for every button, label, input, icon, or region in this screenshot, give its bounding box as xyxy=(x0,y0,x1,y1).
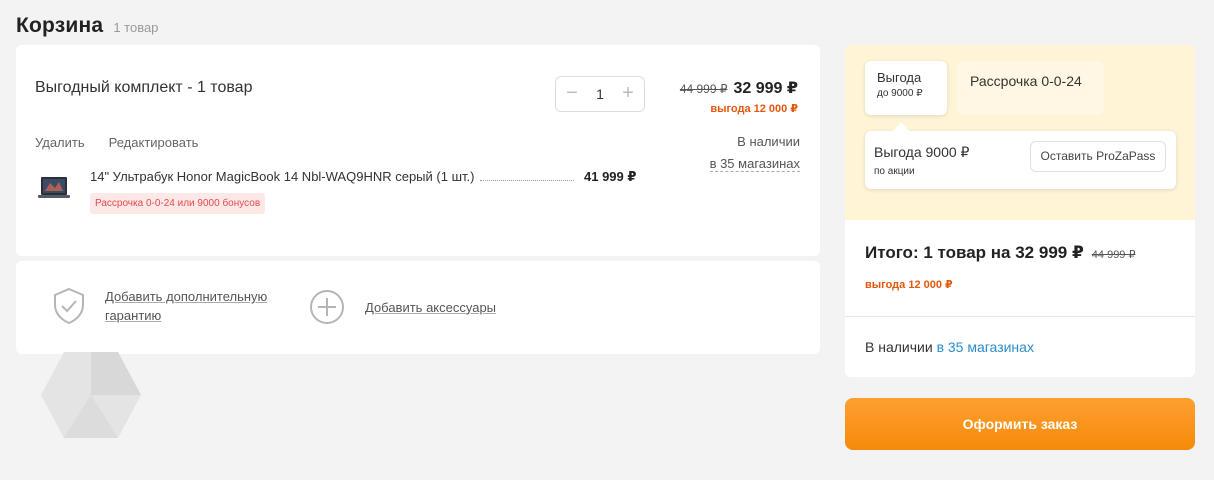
page-header: Корзина 1 товар xyxy=(16,14,158,38)
hexagon-decoration xyxy=(41,352,141,438)
total-saving: выгода 12 000 ₽ xyxy=(865,279,953,291)
checkout-button[interactable]: Оформить заказ xyxy=(845,398,1195,450)
bundle-title: Выгодный комплект - 1 товар xyxy=(35,79,253,96)
quantity-stepper[interactable]: − 1 + xyxy=(555,76,645,112)
promo-title: Выгода 9000 ₽ xyxy=(874,144,970,160)
quantity-value[interactable]: 1 xyxy=(596,86,604,102)
total-old-price: 44 999 ₽ xyxy=(1091,249,1136,261)
delete-link[interactable]: Удалить xyxy=(35,135,85,150)
bundle-price: 44 999 ₽ 32 999 ₽ выгода 12 000 ₽ xyxy=(680,78,798,115)
promo-box: Выгода 9000 ₽ по акции Оставить ProZaPas… xyxy=(865,122,1176,189)
stock-info: В наличии в 35 магазинах xyxy=(709,131,800,175)
product-price: 41 999 ₽ xyxy=(584,169,637,184)
prozapass-button[interactable]: Оставить ProZaPass xyxy=(1030,141,1166,172)
old-price: 44 999 ₽ xyxy=(679,82,728,96)
add-accessories-label[interactable]: Добавить аксессуары xyxy=(365,298,496,317)
summary-stock: В наличии в 35 магазинах xyxy=(845,317,1195,377)
edit-link[interactable]: Редактировать xyxy=(109,135,199,150)
laptop-thumbnail[interactable] xyxy=(36,174,72,202)
new-price: 32 999 ₽ xyxy=(733,80,798,97)
stores-link[interactable]: в 35 магазинах xyxy=(709,156,800,172)
add-warranty[interactable]: Добавить дополнительную гарантию xyxy=(51,287,275,325)
plus-circle-icon xyxy=(310,290,344,324)
product-row: 14" Ультрабук Honor MagicBook 14 Nbl-WAQ… xyxy=(90,169,580,184)
promo-subtitle: по акции xyxy=(874,166,915,177)
shield-icon xyxy=(54,287,84,325)
stores-link-summary[interactable]: в 35 магазинах xyxy=(937,339,1034,355)
minus-icon[interactable]: − xyxy=(564,83,580,103)
saving-label: выгода 12 000 ₽ xyxy=(710,103,798,115)
item-actions: Удалить Редактировать xyxy=(35,135,198,150)
installment-badge: Рассрочка 0-0-24 или 9000 бонусов xyxy=(90,193,266,214)
addons-card: Добавить дополнительную гарантию Добавит… xyxy=(16,261,820,354)
stock-status: В наличии xyxy=(737,134,800,149)
promo-pointer xyxy=(892,122,910,140)
leader-dots xyxy=(480,180,574,181)
page-title: Корзина xyxy=(16,14,104,37)
cart-card: Выгодный комплект - 1 товар − 1 + 44 999… xyxy=(16,45,820,256)
order-total: Итого: 1 товар на 32 999 ₽ 44 999 ₽ выго… xyxy=(845,220,1195,317)
item-count: 1 товар xyxy=(113,20,159,35)
add-warranty-label[interactable]: Добавить дополнительную гарантию xyxy=(105,287,275,325)
tab-benefit[interactable]: Выгода до 9000 ₽ xyxy=(865,61,947,115)
tab-benefit-subtitle: до 9000 ₽ xyxy=(877,88,923,99)
tab-benefit-title: Выгода xyxy=(877,70,922,85)
plus-icon[interactable]: + xyxy=(620,83,636,103)
product-name[interactable]: 14" Ультрабук Honor MagicBook 14 Nbl-WAQ… xyxy=(90,169,474,184)
total-label: Итого: 1 товар на 32 999 ₽ xyxy=(865,243,1084,262)
tab-installment[interactable]: Рассрочка 0-0-24 xyxy=(957,61,1104,115)
add-accessories[interactable]: Добавить аксессуары xyxy=(309,289,496,325)
stock-prefix: В наличии xyxy=(865,339,937,355)
benefits-panel: Выгода до 9000 ₽ Рассрочка 0-0-24 Выгода… xyxy=(845,45,1195,220)
